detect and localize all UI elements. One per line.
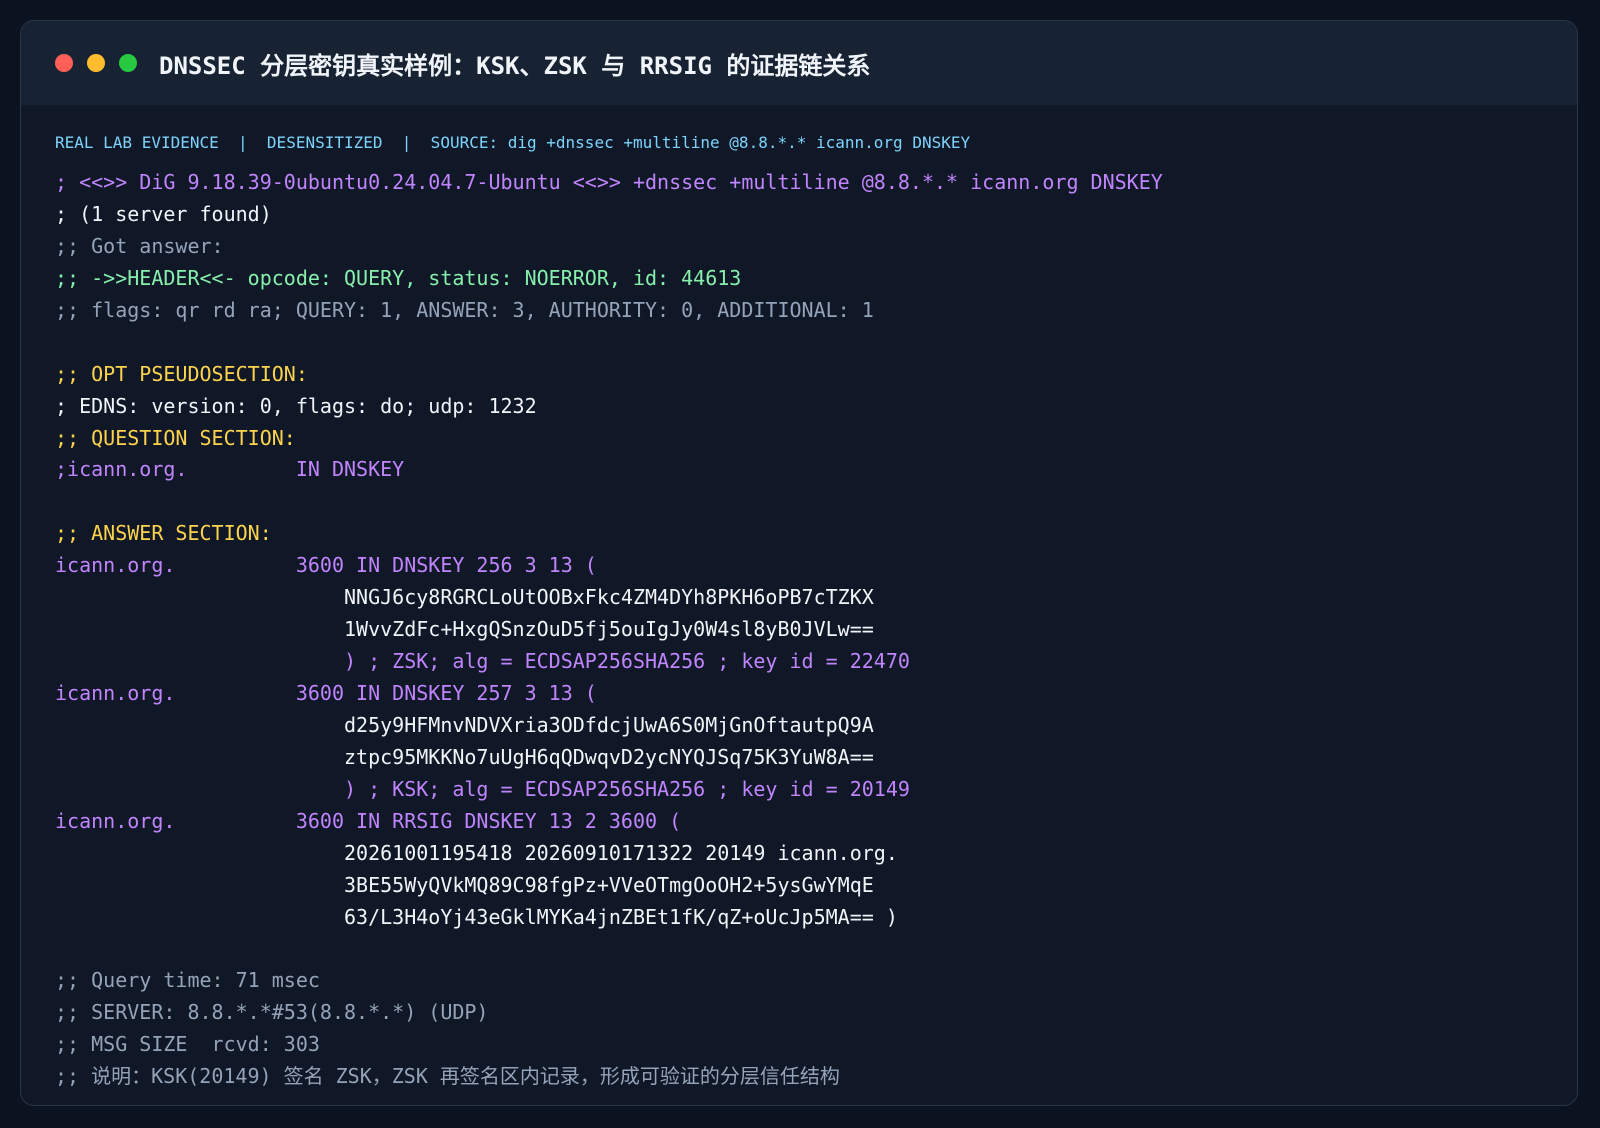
terminal-window: DNSSEC 分层密钥真实样例：KSK、ZSK 与 RRSIG 的证据链关系 R… — [20, 20, 1578, 1106]
minimize-window-button[interactable] — [87, 54, 105, 72]
terminal-line: 1WvvZdFc+HxgQSnzOuD5fj5ouIgJy0W4sl8yB0JV… — [55, 617, 874, 642]
terminal-line: ;; SERVER: 8.8.*.*#53(8.8.*.*) (UDP) — [55, 1000, 489, 1025]
terminal-line: icann.org. 3600 IN DNSKEY 256 3 13 ( — [55, 553, 597, 578]
terminal-line: ;; ANSWER SECTION: — [55, 521, 272, 546]
close-window-button[interactable] — [55, 54, 73, 72]
terminal-line: icann.org. 3600 IN DNSKEY 257 3 13 ( — [55, 681, 597, 705]
terminal-line: ;; ->>HEADER<<- opcode: QUERY, status: N… — [55, 265, 742, 290]
terminal-line: ;; QUESTION SECTION: — [55, 425, 296, 450]
terminal-line: NNGJ6cy8RGRCLoUtOOBxFkc4ZM4DYh8PKH6oPB7c… — [55, 585, 874, 610]
evidence-source-banner: REAL LAB EVIDENCE | DESENSITIZED | SOURC… — [55, 133, 971, 152]
terminal-line: d25y9HFMnvNDVXria3ODfdcjUwA6S0MjGnOftaut… — [55, 712, 874, 737]
terminal-line: ;; MSG SIZE rcvd: 303 — [55, 1032, 320, 1057]
terminal-line: ztpc95MKKNo7uUgH6qQDwqvD2ycNYQJSq75K3YuW… — [55, 744, 874, 769]
terminal-line: ) ; ZSK; alg = ECDSAP256SHA256 ; key id … — [55, 649, 910, 674]
terminal-line: 63/L3H4oYj43eGklMYKa4jnZBEt1fK/qZ+oUcJp5… — [55, 904, 898, 929]
terminal-output: ; <<>> DiG 9.18.39-0ubuntu0.24.04.7-Ubun… — [55, 167, 1557, 1093]
terminal-line: 3BE55WyQVkMQ89C98fgPz+VVeOTmgOoOH2+5ysGw… — [55, 872, 874, 897]
terminal-line: ; <<>> DiG 9.18.39-0ubuntu0.24.04.7-Ubun… — [55, 170, 1163, 194]
maximize-window-button[interactable] — [119, 54, 137, 72]
title-bar: DNSSEC 分层密钥真实样例：KSK、ZSK 与 RRSIG 的证据链关系 — [21, 21, 1577, 105]
terminal-line: icann.org. 3600 IN RRSIG DNSKEY 13 2 360… — [55, 808, 682, 833]
terminal-line: ;; OPT PSEUDOSECTION: — [55, 361, 308, 386]
terminal-line: ) ; KSK; alg = ECDSAP256SHA256 ; key id … — [55, 776, 910, 801]
terminal-line: ;; flags: qr rd ra; QUERY: 1, ANSWER: 3,… — [55, 297, 874, 322]
terminal-line: 20261001195418 20260910171322 20149 ican… — [55, 840, 898, 865]
window-title: DNSSEC 分层密钥真实样例：KSK、ZSK 与 RRSIG 的证据链关系 — [159, 51, 871, 80]
terminal-line: ; EDNS: version: 0, flags: do; udp: 1232 — [55, 393, 537, 418]
terminal-line: ;; Got answer: — [55, 233, 224, 258]
terminal-line: ;; Query time: 71 msec — [55, 968, 320, 993]
terminal-line: ; (1 server found) — [55, 201, 272, 226]
terminal-line: ;icann.org. IN DNSKEY — [55, 457, 405, 482]
terminal-line: ;; 说明：KSK(20149) 签名 ZSK，ZSK 再签名区内记录，形成可验… — [55, 1064, 840, 1089]
